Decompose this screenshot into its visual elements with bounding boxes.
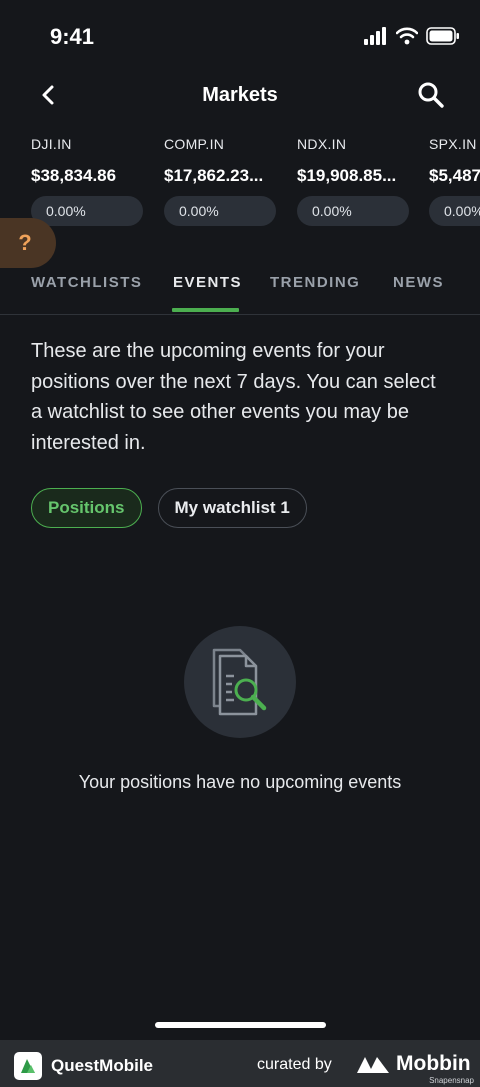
tab-bar: WATCHLISTS EVENTS TRENDING NEWS	[0, 264, 480, 315]
search-icon[interactable]	[416, 80, 446, 110]
help-button[interactable]: ?	[0, 218, 56, 268]
ticker-price: $19,908.85...	[297, 166, 397, 185]
ticker-strip[interactable]: DJI.IN $38,834.86 0.00% COMP.IN $17,862.…	[0, 136, 480, 230]
page-title: Markets	[202, 84, 278, 106]
ticker-spx[interactable]: SPX.IN $5,487 0.00%	[429, 136, 480, 226]
ticker-price: $17,862.23...	[164, 166, 264, 185]
ticker-symbol: DJI.IN	[31, 136, 72, 152]
ticker-symbol: COMP.IN	[164, 136, 225, 152]
ticker-price: $38,834.86	[31, 166, 117, 185]
footer-credit: Snapensnap	[429, 1076, 474, 1085]
events-description: These are the upcoming events for your p…	[31, 340, 436, 454]
empty-state-message: Your positions have no upcoming events	[78, 772, 402, 792]
footer-brand: QuestMobile	[51, 1056, 154, 1075]
battery-icon	[426, 27, 459, 45]
wifi-icon	[396, 27, 418, 45]
nav-bar: Markets	[0, 76, 480, 116]
status-bar: 9:41	[0, 0, 480, 76]
status-time: 9:41	[50, 24, 95, 49]
signal-icon	[364, 27, 386, 45]
ticker-change-badge: 0.00%	[164, 196, 276, 226]
status-icons	[364, 27, 460, 45]
footer-banner: QuestMobile curated by Mobbin Snapensnap	[0, 1040, 480, 1087]
ticker-symbol: SPX.IN	[429, 136, 477, 152]
ticker-dji[interactable]: DJI.IN $38,834.86 0.00%	[31, 136, 149, 226]
footer-mobbin: Mobbin	[396, 1052, 471, 1075]
ticker-ndx[interactable]: NDX.IN $19,908.85... 0.00%	[297, 136, 415, 226]
footer-curated: curated by	[257, 1056, 332, 1073]
ticker-change-badge: 0.00%	[31, 196, 143, 226]
empty-state-illustration	[184, 626, 296, 738]
ticker-change-badge: 0.00%	[429, 196, 480, 226]
chip-positions[interactable]: Positions	[31, 488, 142, 528]
tab-news[interactable]: NEWS	[393, 274, 444, 291]
mobbin-logo-icon	[357, 1057, 389, 1073]
questmobile-logo-icon	[14, 1052, 42, 1080]
tab-watchlists[interactable]: WATCHLISTS	[31, 274, 142, 291]
ticker-price: $5,487	[429, 166, 480, 185]
document-search-icon	[212, 648, 267, 716]
ticker-change-badge: 0.00%	[297, 196, 409, 226]
home-indicator	[155, 1022, 326, 1028]
chip-my-watchlist-1[interactable]: My watchlist 1	[157, 488, 307, 528]
tab-events[interactable]: EVENTS	[173, 274, 242, 291]
ticker-symbol: NDX.IN	[297, 136, 347, 152]
active-tab-indicator	[172, 308, 239, 312]
tab-trending[interactable]: TRENDING	[270, 274, 360, 291]
ticker-comp[interactable]: COMP.IN $17,862.23... 0.00%	[164, 136, 282, 226]
filter-chips: Positions My watchlist 1	[31, 488, 307, 528]
